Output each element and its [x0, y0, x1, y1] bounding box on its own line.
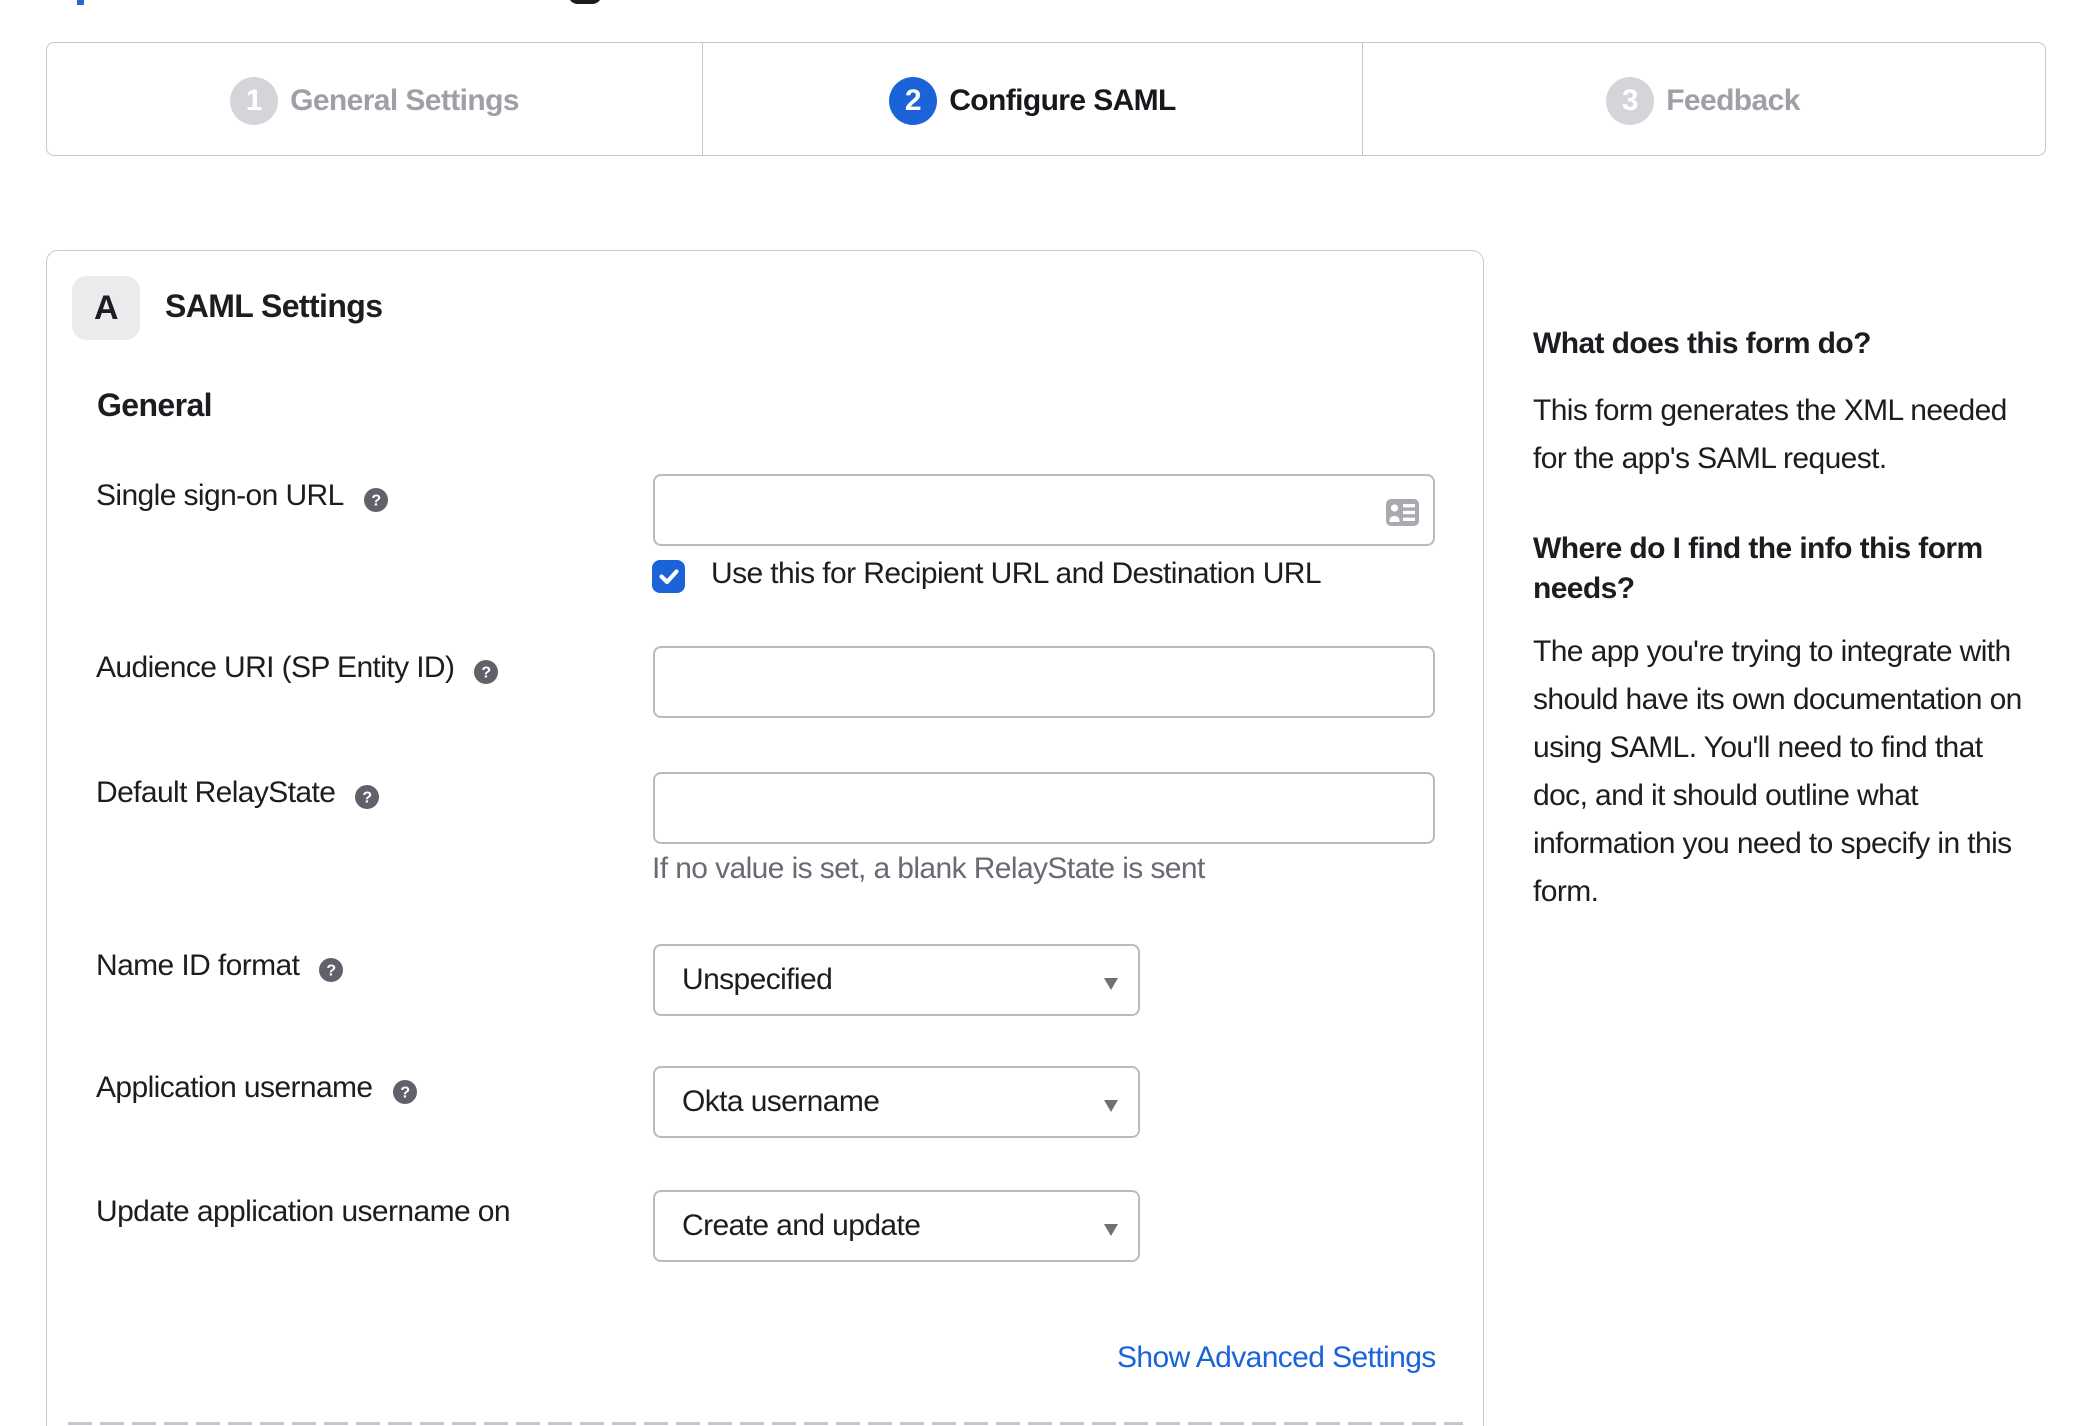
svg-text:?: ? [371, 493, 380, 510]
svg-text:?: ? [400, 1085, 409, 1102]
svg-text:?: ? [482, 665, 491, 682]
svg-text:?: ? [363, 790, 372, 807]
svg-text:?: ? [327, 963, 336, 980]
